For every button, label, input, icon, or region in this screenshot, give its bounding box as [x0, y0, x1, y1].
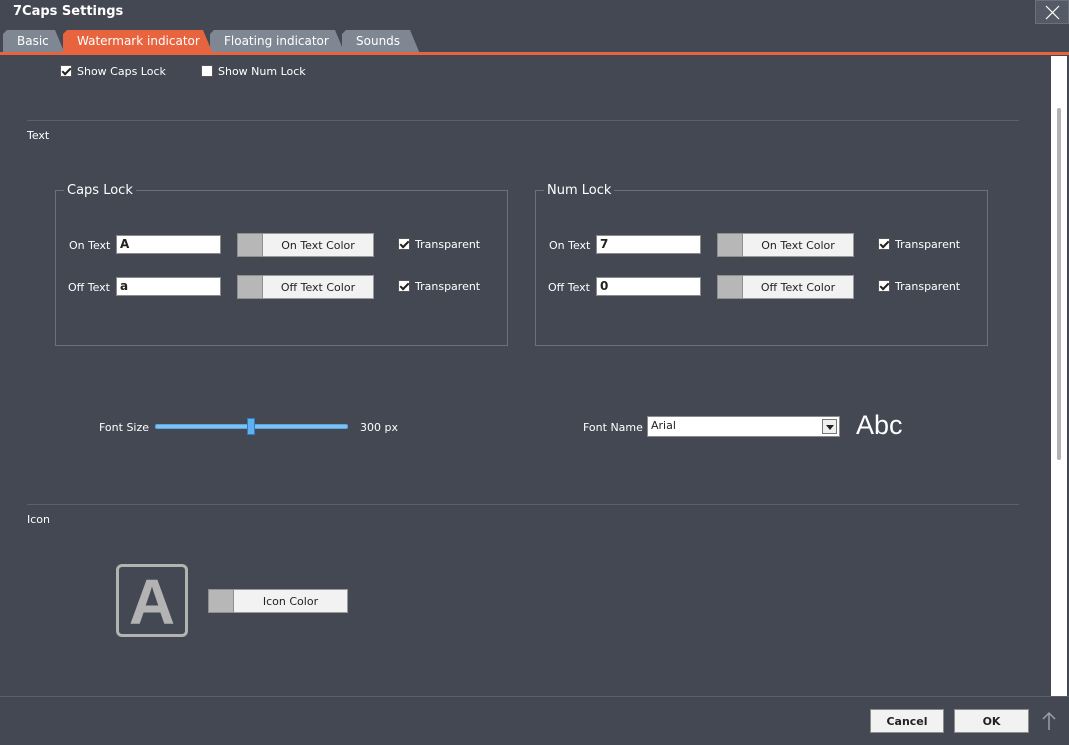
num-on-text-label: On Text — [549, 239, 591, 252]
icon-section-header: Icon — [27, 513, 50, 526]
ok-button[interactable]: OK — [954, 709, 1029, 733]
caps-off-color-swatch — [237, 275, 263, 299]
window-title: 7Caps Settings — [13, 4, 124, 19]
caps-on-color-swatch — [237, 233, 263, 257]
num-off-color-swatch — [717, 275, 743, 299]
num-lock-group — [535, 190, 988, 346]
tab-basic[interactable]: Basic — [3, 30, 65, 54]
num-off-color-label: Off Text Color — [743, 275, 854, 299]
num-on-transparent-label[interactable]: Transparent — [895, 238, 960, 251]
font-size-slider-thumb[interactable] — [247, 418, 255, 435]
tab-floating-indicator[interactable]: Floating indicator — [210, 30, 345, 54]
show-caps-lock-label[interactable]: Show Caps Lock — [77, 65, 166, 78]
caps-on-transparent-label[interactable]: Transparent — [415, 238, 480, 251]
caps-lock-icon-preview: A — [116, 564, 188, 637]
icon-color-label: Icon Color — [234, 589, 348, 613]
icon-color-swatch — [208, 589, 234, 613]
icon-color-button[interactable]: Icon Color — [208, 589, 348, 613]
num-off-transparent-label[interactable]: Transparent — [895, 280, 960, 293]
num-off-text-color-button[interactable]: Off Text Color — [717, 275, 854, 299]
separator — [27, 504, 1019, 505]
font-preview: Abc — [856, 410, 903, 440]
caps-lock-group — [55, 190, 508, 346]
caps-on-text-input[interactable]: A — [116, 235, 221, 254]
num-on-transparent-checkbox[interactable] — [878, 238, 890, 250]
num-lock-group-title: Num Lock — [544, 183, 615, 198]
title-bar: 7Caps Settings — [0, 0, 1069, 28]
font-name-selected-value: Arial — [651, 419, 676, 432]
cancel-button[interactable]: Cancel — [870, 709, 944, 733]
caps-on-color-label: On Text Color — [263, 233, 374, 257]
tab-underline — [0, 52, 1069, 55]
caps-on-transparent-checkbox[interactable] — [398, 238, 410, 250]
num-off-text-input[interactable]: 0 — [596, 277, 701, 296]
show-num-lock-checkbox[interactable] — [201, 65, 213, 77]
num-on-color-label: On Text Color — [743, 233, 854, 257]
chevron-down-icon[interactable] — [822, 419, 837, 434]
caps-off-text-color-button[interactable]: Off Text Color — [237, 275, 374, 299]
close-button[interactable] — [1035, 0, 1069, 24]
tab-sounds[interactable]: Sounds — [342, 30, 420, 54]
caps-on-text-label: On Text — [69, 239, 111, 252]
show-caps-lock-checkbox[interactable] — [60, 65, 72, 77]
close-icon — [1045, 5, 1060, 20]
footer-separator — [0, 696, 1069, 697]
caps-off-text-label: Off Text — [68, 281, 110, 294]
caps-off-color-label: Off Text Color — [263, 275, 374, 299]
text-section-header: Text — [27, 129, 50, 142]
separator — [27, 120, 1019, 121]
caps-off-transparent-label[interactable]: Transparent — [415, 280, 480, 293]
show-num-lock-label[interactable]: Show Num Lock — [218, 65, 306, 78]
font-size-label: Font Size — [99, 421, 150, 434]
num-on-text-color-button[interactable]: On Text Color — [717, 233, 854, 257]
font-size-value: 300 px — [360, 421, 398, 434]
font-name-select[interactable]: Arial — [647, 416, 840, 437]
arrow-up-icon[interactable] — [1041, 711, 1057, 731]
caps-lock-group-title: Caps Lock — [64, 183, 136, 198]
num-on-color-swatch — [717, 233, 743, 257]
font-name-label: Font Name — [583, 421, 643, 434]
caps-on-text-color-button[interactable]: On Text Color — [237, 233, 374, 257]
scrollbar-thumb[interactable] — [1057, 108, 1061, 460]
caps-off-text-input[interactable]: a — [116, 277, 221, 296]
icon-preview-letter: A — [128, 566, 176, 638]
caps-off-transparent-checkbox[interactable] — [398, 280, 410, 292]
tab-watermark-indicator[interactable]: Watermark indicator — [63, 30, 213, 54]
num-off-text-label: Off Text — [548, 281, 590, 294]
num-off-transparent-checkbox[interactable] — [878, 280, 890, 292]
num-on-text-input[interactable]: 7 — [596, 235, 701, 254]
